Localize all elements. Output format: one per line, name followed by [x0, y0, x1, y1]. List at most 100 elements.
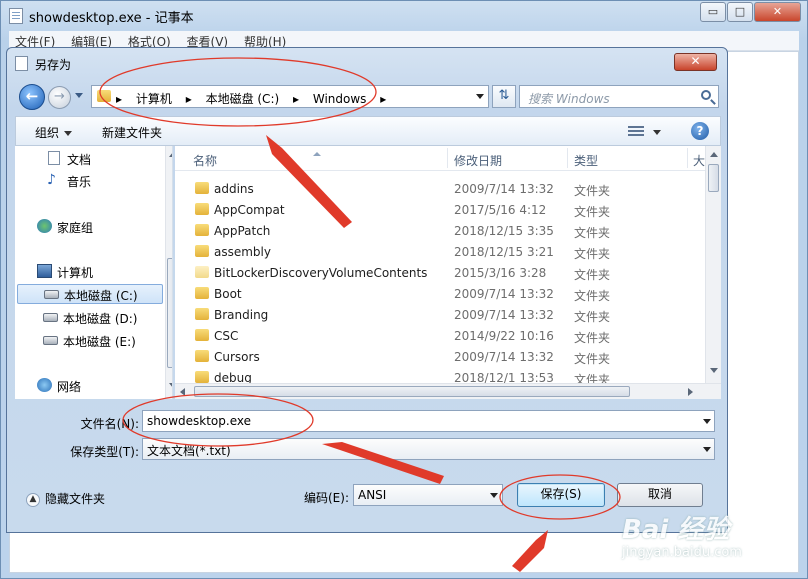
nav-item-documents[interactable]: 文档 — [45, 149, 155, 169]
save-button[interactable]: 保存(S) — [517, 483, 605, 507]
hide-folders-toggle[interactable]: ▲ 隐藏文件夹 — [26, 490, 105, 507]
filetype-dropdown-icon[interactable] — [703, 447, 711, 452]
table-row[interactable]: BitLockerDiscoveryVolumeContents 2015/3/… — [175, 263, 705, 284]
column-modified[interactable]: 修改日期 — [454, 152, 502, 169]
disk-icon — [44, 290, 59, 299]
column-divider[interactable] — [567, 148, 568, 168]
breadcrumb-separator-icon[interactable]: ▸ — [293, 92, 299, 106]
search-input[interactable]: 搜索 Windows — [519, 85, 719, 108]
file-modified: 2014/9/22 10:16 — [454, 329, 554, 343]
filename-dropdown-icon[interactable] — [703, 419, 711, 424]
scroll-down-icon[interactable] — [710, 368, 718, 373]
table-row[interactable]: addins 2009/7/14 13:32 文件夹 — [175, 179, 705, 200]
file-modified: 2009/7/14 13:32 — [454, 287, 554, 301]
nav-item-label: 本地磁盘 (E:) — [63, 335, 136, 349]
file-list-horizontal-scrollbar[interactable] — [175, 383, 721, 399]
file-name: AppPatch — [214, 224, 271, 238]
filename-field[interactable]: showdesktop.exe — [142, 410, 715, 432]
back-button[interactable]: ← — [19, 84, 45, 110]
address-bar[interactable]: ▸ 计算机 ▸ 本地磁盘 (C:) ▸ Windows ▸ — [91, 85, 489, 108]
file-type: 文件夹 — [574, 226, 611, 240]
scroll-thumb[interactable] — [167, 258, 172, 368]
encoding-dropdown-icon[interactable] — [490, 493, 498, 498]
notepad-title: showdesktop.exe - 记事本 — [29, 11, 194, 26]
breadcrumb-local-disk-c[interactable]: 本地磁盘 (C:) — [206, 92, 280, 106]
new-folder-button[interactable]: 新建文件夹 — [102, 124, 162, 141]
file-name: AppCompat — [214, 203, 285, 217]
breadcrumb-separator-icon[interactable]: ▸ — [380, 92, 386, 106]
scroll-right-icon[interactable] — [688, 388, 693, 396]
breadcrumb-separator-icon[interactable]: ▸ — [116, 92, 122, 106]
folder-icon — [195, 329, 209, 341]
organize-button[interactable]: 组织 — [35, 124, 72, 141]
document-icon — [48, 151, 60, 165]
table-row[interactable]: AppPatch 2018/12/15 3:35 文件夹 — [175, 221, 705, 242]
table-row[interactable]: Branding 2009/7/14 13:32 文件夹 — [175, 305, 705, 326]
minimize-button[interactable]: ▭ — [700, 2, 726, 22]
refresh-button[interactable]: ⇅ — [492, 85, 516, 108]
filetype-label: 保存类型(T): — [70, 445, 139, 459]
nav-item-label: 文档 — [67, 153, 92, 167]
scroll-left-icon[interactable] — [180, 388, 185, 396]
folder-icon — [195, 308, 209, 320]
file-type: 文件夹 — [574, 247, 611, 261]
dialog-close-button[interactable]: ✕ — [674, 53, 717, 71]
baidu-jingyan-watermark: Bai 经验 jingyan.baidu.com — [622, 509, 802, 569]
search-icon[interactable] — [701, 90, 711, 100]
column-divider[interactable] — [687, 148, 688, 168]
file-modified: 2009/7/14 13:32 — [454, 308, 554, 322]
maximize-button[interactable]: □ — [727, 2, 753, 22]
nav-item-computer[interactable]: 计算机 — [33, 262, 153, 282]
refresh-icon: ⇅ — [498, 88, 510, 103]
recent-locations-dropdown[interactable] — [75, 93, 83, 98]
scroll-thumb[interactable] — [708, 164, 719, 192]
column-name[interactable]: 名称 — [193, 152, 217, 169]
column-divider[interactable] — [447, 148, 448, 168]
scroll-up-icon[interactable] — [710, 152, 718, 157]
navigation-pane: 文档 ♪ 音乐 家庭组 计算机 本地磁盘 (C:) 本地磁盘 (D:) 本地磁盘… — [15, 146, 173, 399]
scroll-up-icon[interactable] — [169, 152, 172, 157]
file-name: BitLockerDiscoveryVolumeContents — [214, 266, 428, 280]
breadcrumb-windows[interactable]: Windows — [313, 92, 367, 106]
encoding-select[interactable]: ANSI — [353, 484, 503, 506]
scroll-down-icon[interactable] — [169, 383, 172, 388]
table-row[interactable]: assembly 2018/12/15 3:21 文件夹 — [175, 242, 705, 263]
nav-item-network[interactable]: 网络 — [33, 376, 153, 396]
table-row[interactable]: Boot 2009/7/14 13:32 文件夹 — [175, 284, 705, 305]
music-icon: ♪ — [47, 172, 56, 188]
breadcrumb-computer[interactable]: 计算机 — [136, 92, 172, 106]
filetype-select[interactable]: 文本文档(*.txt) — [142, 438, 715, 460]
file-type: 文件夹 — [574, 310, 611, 324]
notepad-titlebar: showdesktop.exe - 记事本 ▭ □ ✕ — [1, 1, 807, 31]
folder-icon — [195, 224, 209, 236]
views-dropdown-icon[interactable] — [653, 130, 661, 135]
nav-scrollbar[interactable] — [165, 146, 172, 399]
forward-button[interactable]: → — [48, 86, 71, 109]
scroll-thumb[interactable] — [194, 386, 630, 397]
breadcrumb-separator-icon[interactable]: ▸ — [186, 92, 192, 106]
column-type[interactable]: 类型 — [574, 152, 598, 169]
file-modified: 2015/3/16 3:28 — [454, 266, 547, 280]
nav-item-local-disk-e[interactable]: 本地磁盘 (E:) — [43, 331, 161, 351]
network-icon — [37, 378, 52, 392]
table-row[interactable]: AppCompat 2017/5/16 4:12 文件夹 — [175, 200, 705, 221]
nav-item-homegroup[interactable]: 家庭组 — [33, 217, 153, 237]
table-row[interactable]: CSC 2014/9/22 10:16 文件夹 — [175, 326, 705, 347]
help-icon[interactable]: ? — [691, 122, 709, 140]
address-dropdown-icon[interactable] — [476, 94, 484, 99]
nav-item-local-disk-c[interactable]: 本地磁盘 (C:) — [17, 284, 163, 304]
folder-icon — [195, 203, 209, 215]
file-modified: 2009/7/14 13:32 — [454, 350, 554, 364]
cancel-button[interactable]: 取消 — [617, 483, 703, 507]
close-button[interactable]: ✕ — [754, 2, 801, 22]
nav-item-local-disk-d[interactable]: 本地磁盘 (D:) — [43, 308, 161, 328]
file-type: 文件夹 — [574, 289, 611, 303]
file-modified: 2018/12/15 3:35 — [454, 224, 554, 238]
table-row[interactable]: Cursors 2009/7/14 13:32 文件夹 — [175, 347, 705, 368]
file-list-vertical-scrollbar[interactable] — [705, 146, 721, 383]
filename-value: showdesktop.exe — [147, 414, 251, 428]
file-type: 文件夹 — [574, 352, 611, 366]
nav-item-music[interactable]: ♪ 音乐 — [45, 171, 155, 191]
views-icon[interactable] — [628, 126, 644, 138]
column-size[interactable]: 大 — [693, 152, 705, 169]
